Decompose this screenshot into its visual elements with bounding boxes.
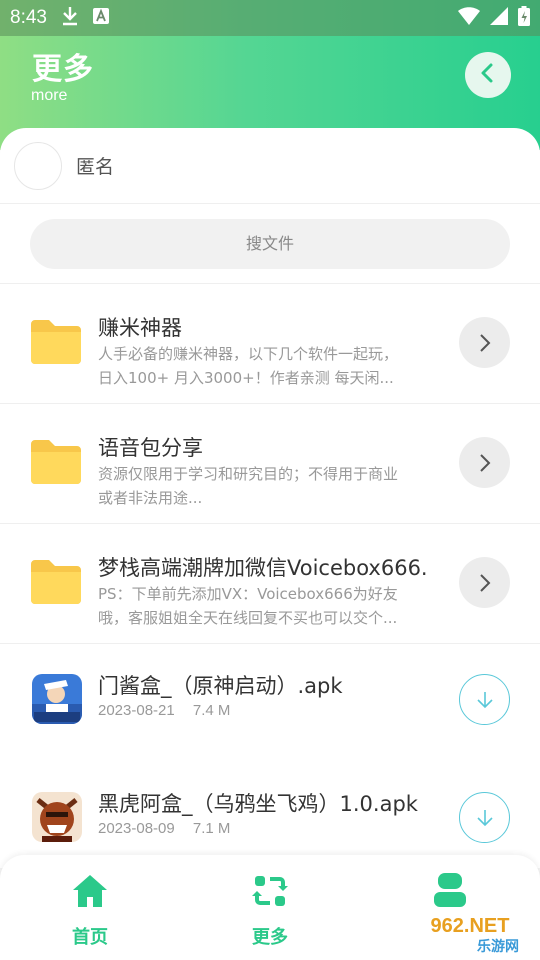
folder-description-line: PS：下单前先添加VX：Voicebox666为好友 <box>98 585 398 603</box>
chevron-right-icon <box>479 333 490 352</box>
app-icon <box>32 792 82 842</box>
refresh-icon <box>252 876 288 906</box>
file-item[interactable]: 门酱盒_（原神启动）.apk 2023-08-21 7.4 M <box>0 644 540 762</box>
battery-icon <box>518 6 530 30</box>
home-icon <box>73 875 107 907</box>
file-size: 7.4 M <box>192 702 231 719</box>
user-row[interactable]: 匿名 <box>0 128 540 204</box>
folder-title: 梦栈高端潮牌加微信Voicebox666. <box>98 556 428 580</box>
file-meta: 2023-08-09 7.1 M <box>98 820 230 837</box>
main-card: 匿名 赚米神器 人手必备的赚米神器，以下几个软件一起玩， 日入100+ 月入30… <box>0 128 540 868</box>
watermark-logo: 962.NET 乐游网 <box>402 908 536 956</box>
signal-icon <box>490 7 508 29</box>
a-icon <box>92 8 109 28</box>
back-icon <box>477 62 499 88</box>
back-button[interactable] <box>465 52 511 98</box>
nav-profile[interactable] <box>410 873 490 913</box>
download-button[interactable] <box>459 674 510 725</box>
nav-home[interactable]: 首页 <box>50 873 130 949</box>
download-arrow-icon <box>476 809 493 826</box>
status-bar: 8:43 <box>0 0 540 36</box>
folder-item[interactable]: 语音包分享 资源仅限用于学习和研究目的；不得用于商业 或者非法用途... <box>0 404 540 524</box>
download-icon <box>61 6 79 30</box>
watermark-top: 962.NET <box>431 915 510 937</box>
download-button[interactable] <box>459 792 510 843</box>
status-time: 8:43 <box>10 7 47 28</box>
file-title: 门酱盒_（原神启动）.apk <box>98 674 343 698</box>
download-arrow-icon <box>476 691 493 708</box>
folder-title: 赚米神器 <box>98 316 182 340</box>
chevron-right-icon <box>479 453 490 472</box>
search-input[interactable] <box>30 218 510 269</box>
user-icon <box>434 873 466 907</box>
file-date: 2023-08-09 <box>98 820 175 837</box>
folder-item[interactable]: 赚米神器 人手必备的赚米神器，以下几个软件一起玩， 日入100+ 月入3000+… <box>0 284 540 404</box>
folder-description: PS：下单前先添加VX：Voicebox666为好友 哦，客服姐姐全天在线回复不… <box>98 582 460 630</box>
watermark-bottom: 乐游网 <box>477 938 519 955</box>
app-icon <box>32 674 82 724</box>
file-item[interactable]: 黑虎阿盒_（乌鸦坐飞鸡）1.0.apk 2023-08-09 7.1 M <box>0 762 540 868</box>
folder-description: 资源仅限用于学习和研究目的；不得用于商业 或者非法用途... <box>98 462 460 510</box>
open-folder-button[interactable] <box>459 317 510 368</box>
page-subtitle: more <box>31 87 68 104</box>
file-size: 7.1 M <box>192 820 231 837</box>
chevron-right-icon <box>479 573 490 592</box>
file-meta: 2023-08-21 7.4 M <box>98 702 230 719</box>
nav-more[interactable]: 更多 <box>230 873 310 949</box>
file-title: 黑虎阿盒_（乌鸦坐飞鸡）1.0.apk <box>98 792 418 816</box>
nav-home-label: 首页 <box>72 927 108 948</box>
file-date: 2023-08-21 <box>98 702 175 719</box>
folder-description-line: 日入100+ 月入3000+！作者亲测 每天闲... <box>98 369 394 387</box>
page-title: 更多 <box>32 52 94 87</box>
folder-description: 人手必备的赚米神器，以下几个软件一起玩， 日入100+ 月入3000+！作者亲测… <box>98 342 460 390</box>
folder-item[interactable]: 梦栈高端潮牌加微信Voicebox666. PS：下单前先添加VX：Voiceb… <box>0 524 540 644</box>
folder-description-line: 人手必备的赚米神器，以下几个软件一起玩， <box>98 345 399 363</box>
folder-description-line: 资源仅限用于学习和研究目的；不得用于商业 <box>98 465 399 483</box>
folder-icon <box>31 560 81 604</box>
avatar[interactable] <box>14 141 62 190</box>
search-bar <box>0 204 540 284</box>
folder-title: 语音包分享 <box>98 436 203 460</box>
open-folder-button[interactable] <box>459 437 510 488</box>
open-folder-button[interactable] <box>459 557 510 608</box>
wifi-icon <box>458 7 480 29</box>
folder-icon <box>31 320 81 364</box>
folder-description-line: 或者非法用途... <box>98 489 203 507</box>
folder-description-line: 哦，客服姐姐全天在线回复不买也可以交个... <box>98 609 398 627</box>
nav-more-label: 更多 <box>252 927 288 948</box>
folder-icon <box>31 440 81 484</box>
user-name: 匿名 <box>76 156 115 178</box>
